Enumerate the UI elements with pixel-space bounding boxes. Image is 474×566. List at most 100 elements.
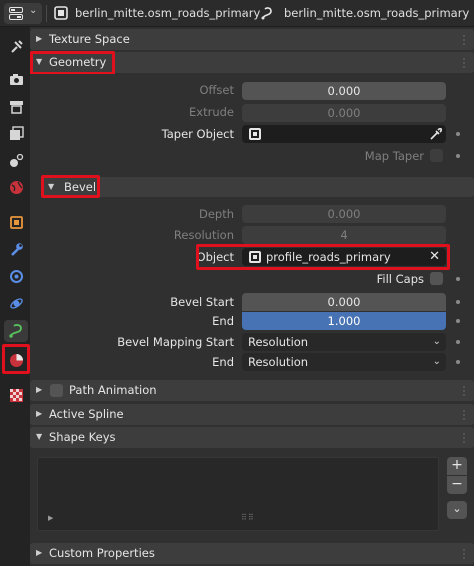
taper-object-label: Taper Object — [161, 127, 234, 141]
resolution-label: Resolution — [173, 228, 234, 242]
scene-icon — [9, 153, 23, 167]
map-taper-label: Map Taper — [364, 149, 424, 163]
panel-shape-keys[interactable]: ▼ Shape Keys — [30, 427, 474, 448]
keyframe-dot[interactable] — [456, 132, 460, 136]
panel-title: Path Animation — [69, 383, 157, 397]
bevel-mapping-start-select[interactable]: Resolution ⌄ — [242, 333, 446, 351]
output-icon — [9, 100, 23, 114]
taper-object-field[interactable] — [242, 125, 446, 143]
object-icon — [249, 128, 261, 140]
properties-tabs — [0, 27, 30, 566]
extrude-label: Extrude — [189, 105, 234, 119]
keyframe-dot[interactable] — [456, 319, 460, 323]
drag-handle-icon[interactable] — [462, 408, 466, 422]
editor-type-button[interactable]: ⌄ — [4, 3, 42, 24]
panel-path-animation[interactable]: ▶ Path Animation — [30, 380, 474, 401]
plus-icon: + — [451, 457, 463, 473]
subpanel-title: Bevel — [64, 180, 97, 194]
keyframe-dot[interactable] — [456, 277, 460, 281]
bevel-object-field[interactable]: profile_roads_primary ✕ — [242, 248, 446, 266]
shape-keys-body: ▶ ⠿⠿ + − ⌄ — [30, 448, 474, 540]
drag-handle-icon[interactable] — [462, 547, 466, 561]
panel-title: Shape Keys — [49, 430, 116, 444]
resolution-field[interactable]: 4 — [242, 226, 446, 244]
minus-icon: − — [451, 476, 463, 492]
geometry-body: Offset 0.000 Extrude 0.000 Taper Object … — [30, 74, 474, 376]
tab-render[interactable] — [4, 68, 28, 90]
bevel-start-field[interactable]: 0.000 — [242, 293, 446, 311]
data-name[interactable]: berlin_mitte.osm_roads_primary — [284, 5, 469, 22]
keyframe-dot[interactable] — [456, 360, 460, 364]
properties-header: ⌄ berlin_mitte.osm_roads_primary › berli… — [0, 0, 474, 27]
object-icon — [249, 251, 261, 263]
panel-custom-properties[interactable]: ▶ Custom Properties — [30, 543, 474, 564]
panel-texture-space[interactable]: ▶ Texture Space — [30, 29, 474, 50]
remove-shape-key-button[interactable]: − — [447, 476, 467, 494]
keyframe-dot[interactable] — [456, 300, 460, 304]
bevel-start-label: Bevel Start — [170, 295, 234, 309]
panel-active-spline[interactable]: ▶ Active Spline — [30, 404, 474, 425]
object-icon — [54, 6, 68, 20]
bevel-mapping-start-label: Bevel Mapping Start — [117, 335, 234, 349]
drag-handle-icon[interactable] — [462, 431, 466, 445]
panel-title: Geometry — [49, 55, 107, 69]
extrude-field[interactable]: 0.000 — [242, 104, 446, 122]
tab-texture[interactable] — [4, 384, 28, 406]
chevron-down-icon: ⌄ — [452, 502, 462, 515]
keyframe-dot[interactable] — [456, 340, 460, 344]
tab-world[interactable] — [4, 176, 28, 198]
fill-caps-checkbox[interactable] — [430, 272, 443, 285]
breadcrumb-arrow-icon: › — [243, 6, 248, 19]
curve-data-icon — [260, 6, 274, 20]
bevel-end-field[interactable]: 1.000 — [242, 312, 446, 330]
chevron-down-icon: ⌄ — [29, 5, 38, 16]
bevel-object-value: profile_roads_primary — [266, 250, 391, 264]
panel-title: Active Spline — [49, 407, 124, 421]
tab-output[interactable] — [4, 95, 28, 117]
fill-caps-label: Fill Caps — [376, 272, 424, 286]
path-animation-checkbox[interactable] — [50, 384, 63, 397]
offset-field[interactable]: 0.000 — [242, 82, 446, 100]
keyframe-dot[interactable] — [456, 154, 460, 158]
resize-handle-icon[interactable]: ⠿⠿ — [241, 513, 255, 522]
tab-view-layer[interactable] — [4, 122, 28, 144]
eyedropper-icon[interactable] — [429, 128, 442, 141]
drag-handle-icon[interactable] — [462, 384, 466, 398]
tab-modifier[interactable] — [4, 238, 28, 260]
drag-handle-icon[interactable] — [462, 33, 466, 47]
depth-label: Depth — [198, 207, 234, 221]
collapsed-arrow-icon: ▶ — [36, 385, 43, 394]
depth-field[interactable]: 0.000 — [242, 205, 446, 223]
curve-data-icon — [9, 324, 22, 338]
chevron-down-icon: ⌄ — [432, 356, 441, 367]
tab-scene[interactable] — [4, 149, 28, 171]
object-icon — [9, 215, 23, 229]
tab-material[interactable] — [4, 349, 28, 371]
bevel-mapping-end-select[interactable]: Resolution ⌄ — [242, 353, 446, 371]
bevel-mapping-end-label: End — [212, 355, 234, 369]
object-name[interactable]: berlin_mitte.osm_roads_primary — [75, 5, 260, 22]
view-layer-icon — [9, 125, 24, 140]
close-icon[interactable]: ✕ — [429, 248, 440, 266]
tab-curve-data[interactable] — [4, 320, 28, 342]
shape-key-specials-button[interactable]: ⌄ — [447, 501, 467, 519]
expanded-arrow-icon: ▼ — [48, 182, 55, 191]
bevel-mapping-start-value: Resolution — [248, 335, 309, 349]
panel-title: Texture Space — [49, 32, 130, 46]
tab-particles[interactable] — [4, 265, 28, 287]
tool-icon — [10, 39, 23, 53]
expanded-arrow-icon: ▼ — [36, 57, 43, 66]
shape-keys-list[interactable]: ▶ ⠿⠿ — [37, 457, 439, 531]
map-taper-checkbox[interactable] — [430, 149, 443, 162]
tab-tool[interactable] — [4, 35, 28, 57]
filter-arrow-icon[interactable]: ▶ — [48, 514, 53, 522]
tab-object[interactable] — [4, 211, 28, 233]
panel-geometry[interactable]: ▼ Geometry — [30, 52, 474, 73]
subpanel-bevel[interactable]: ▼ Bevel — [44, 177, 474, 197]
drag-handle-icon[interactable] — [462, 56, 466, 70]
add-shape-key-button[interactable]: + — [447, 457, 467, 475]
tab-physics[interactable] — [4, 292, 28, 314]
chevron-down-icon: ⌄ — [432, 336, 441, 347]
material-icon — [9, 353, 23, 367]
header-separator — [46, 5, 47, 22]
